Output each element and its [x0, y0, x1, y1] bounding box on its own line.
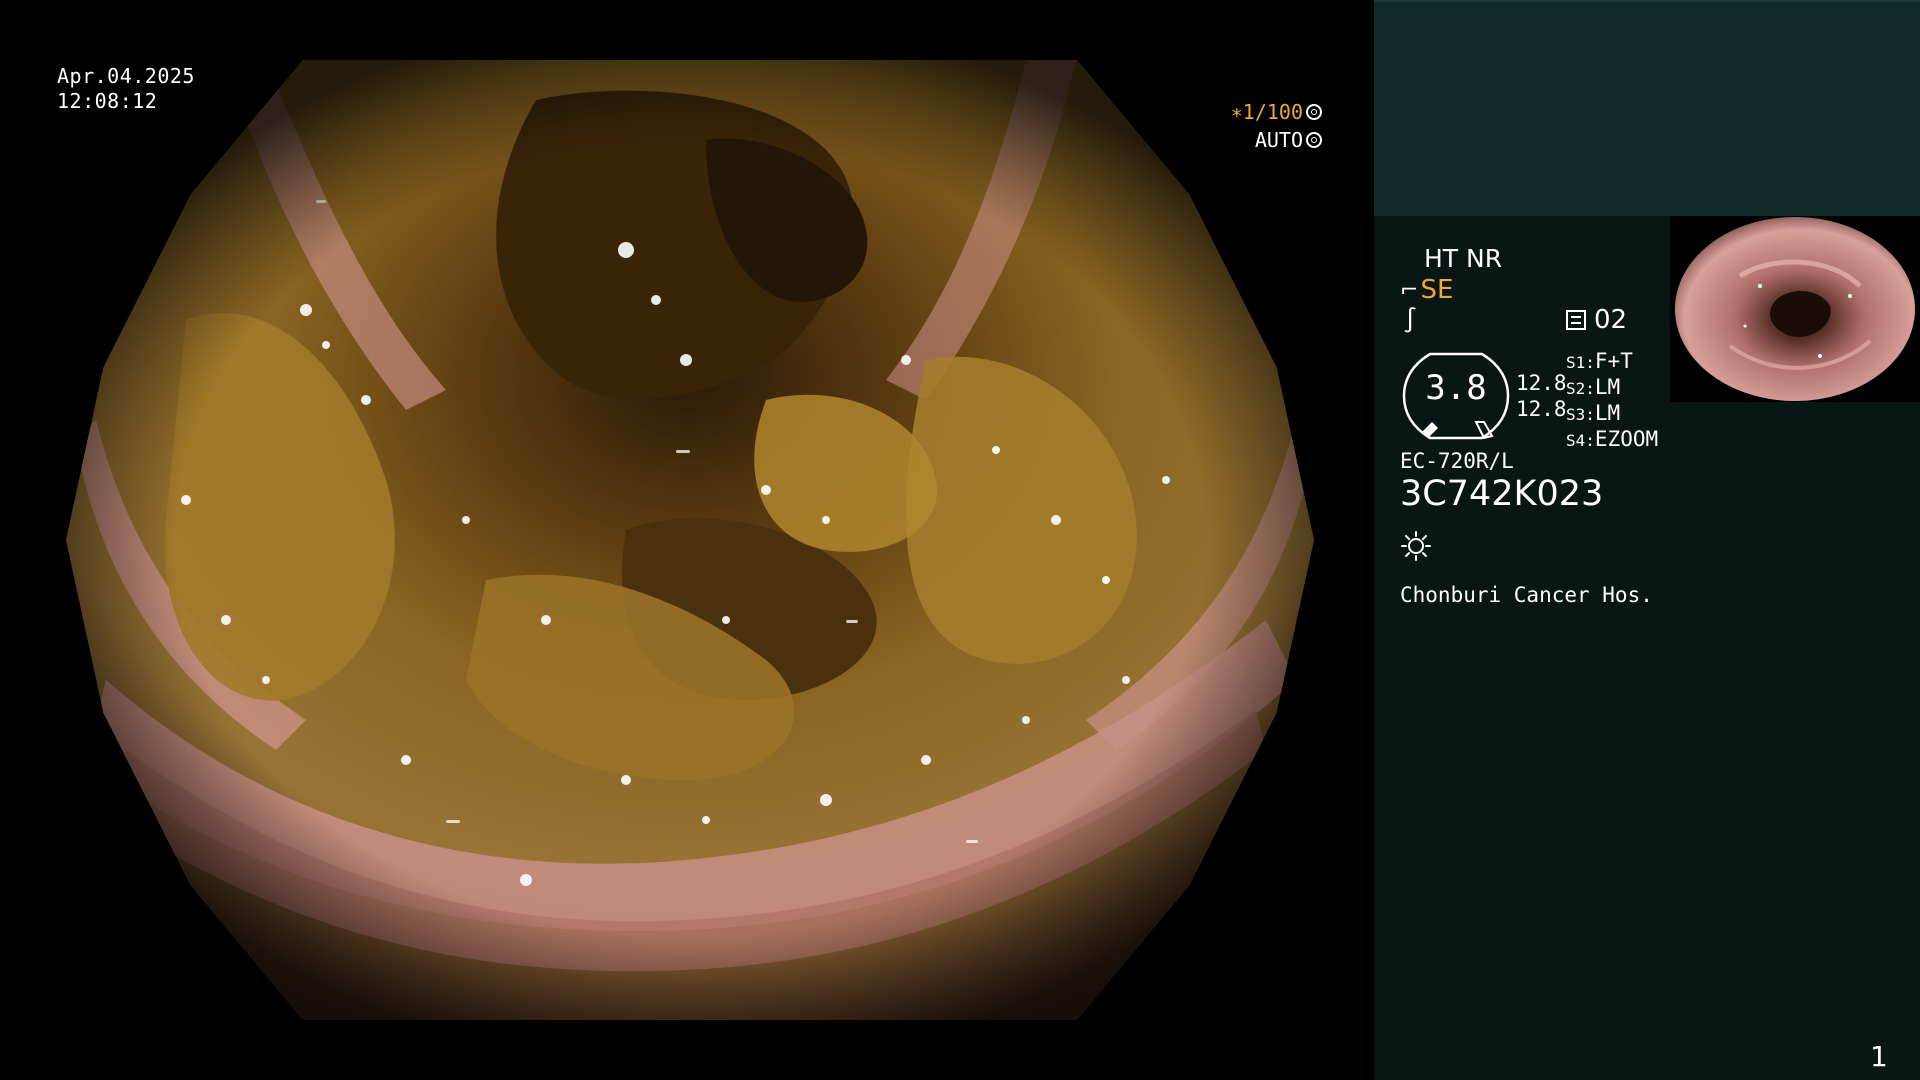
memory-slot-1: S1:F+T [1566, 349, 1658, 375]
slot-label: S3: [1566, 405, 1595, 424]
slot-value: LM [1594, 401, 1621, 425]
scope-model: EC-720R/L [1400, 449, 1514, 473]
memory-slot-4: S4:EZOOM [1566, 427, 1658, 453]
date-display: Apr.04.2025 [57, 64, 195, 88]
gauge-number-1: 12.8 [1516, 371, 1567, 395]
serial-number: 3C742K023 [1400, 474, 1604, 514]
light-source-icon [1400, 530, 1432, 562]
shutter-info: ∗1/100 AUTO [1200, 98, 1322, 154]
hook-icon: ⌐ [1400, 277, 1419, 303]
aperture-icon [1306, 104, 1322, 120]
memory-slot-list: S1:F+T S2:LM S3:LM S4:EZOOM [1566, 349, 1658, 453]
slot-value: F+T [1594, 349, 1633, 373]
shutter-speed: ∗1/100 [1230, 100, 1303, 124]
gauge-value: 3.8 [1425, 368, 1487, 408]
gauge-numbers: 12.8 12.8 [1516, 370, 1567, 422]
slot-label: S1: [1566, 353, 1595, 372]
memory-slot-2: S2:LM [1566, 375, 1658, 401]
status-panel [1374, 0, 1920, 1080]
curve-icon: ∫ [1403, 306, 1418, 334]
slot-label: S2: [1566, 379, 1595, 398]
endoscopic-image [66, 60, 1314, 1020]
thumbnail-preview[interactable] [1670, 216, 1920, 402]
hospital-name: Chonburi Cancer Hos. [1400, 583, 1653, 607]
slot-value: EZOOM [1594, 427, 1659, 451]
structure-mode-label: SE [1420, 275, 1454, 305]
filter-row: 02 [1566, 305, 1627, 335]
gauge-display: 3.8 [1400, 350, 1512, 442]
panel-header-area [1374, 0, 1920, 216]
page-number: 1 [1870, 1040, 1888, 1073]
exposure-mode: AUTO [1254, 128, 1303, 152]
slot-label: S4: [1566, 431, 1595, 450]
structure-mode-row: ⌐ SE [1400, 275, 1453, 305]
iris-icon [1306, 132, 1322, 148]
slot-value: LM [1594, 375, 1621, 399]
time-display: 12:08:12 [57, 89, 158, 113]
shutter-speed-row: ∗1/100 [1200, 98, 1322, 126]
exposure-mode-row: AUTO [1200, 126, 1322, 154]
colon-lumen-image [66, 60, 1314, 1020]
thumbnail-image [1670, 216, 1920, 402]
filter-number: 02 [1594, 305, 1628, 335]
endoscope-view: Apr.04.2025 12:08:12 ∗1/100 AUTO [0, 0, 1374, 1080]
gauge-number-2: 12.8 [1516, 397, 1567, 421]
endoscopy-screen: Apr.04.2025 12:08:12 ∗1/100 AUTO HT NR ⌐… [0, 0, 1920, 1080]
enhancement-mode: HT NR [1424, 244, 1503, 273]
list-icon [1566, 310, 1586, 330]
memory-slot-3: S3:LM [1566, 401, 1658, 427]
